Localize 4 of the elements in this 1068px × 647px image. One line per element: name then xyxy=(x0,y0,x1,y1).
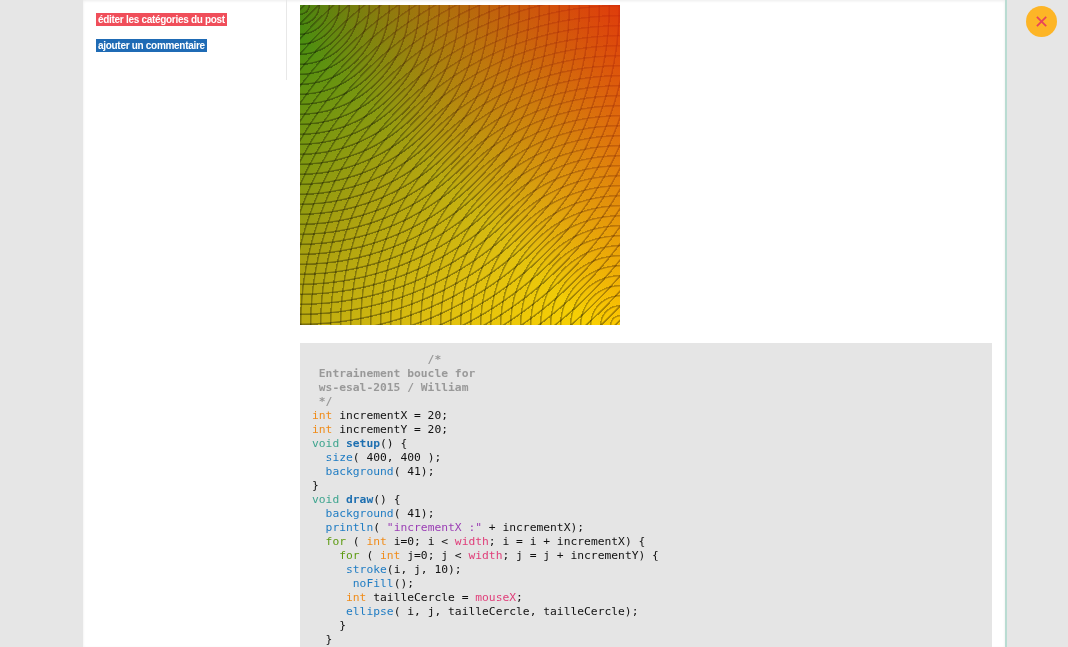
sidebar-link[interactable]: ajouter un commentaire xyxy=(96,39,207,52)
close-button[interactable]: ✕ xyxy=(1026,6,1057,37)
code-block: /* Entrainement boucle for ws-esal-2015 / William */ int incrementX = 20; int incrementY = 20; void setup() { size( 400, 400 ); background( 41); } void draw() { background( 41); println( "incrementX :" + incrementX); for ( int i=0; i < width; i = i + incrementX) { for ( int j=0; j < width; j = j + incrementY) { stroke(i, j, 10); noFill(); int tailleCercle = mouseX; ellipse( i, j, tailleCercle, tailleCercle); } } xyxy=(300,343,992,647)
sidebar-link[interactable]: éditer les catégories du post xyxy=(96,13,227,26)
